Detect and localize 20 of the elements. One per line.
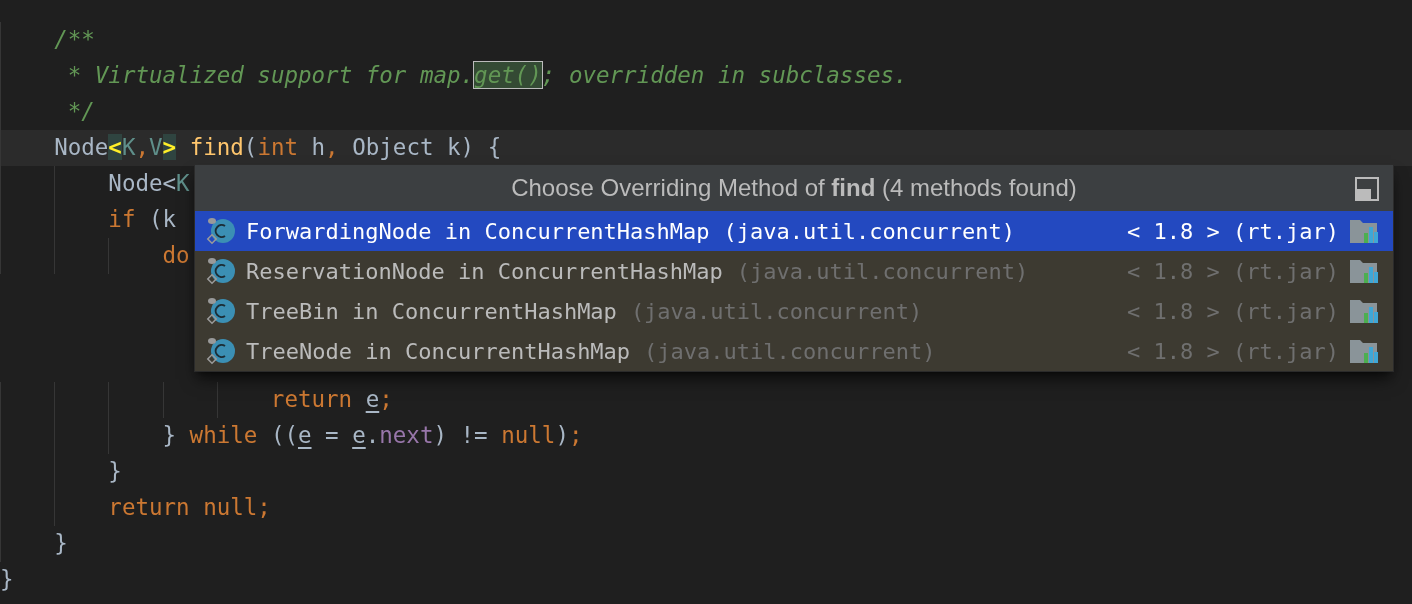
popup-title: Choose Overriding Method of find (4 methods found) [511, 173, 1077, 203]
method-option[interactable]: ReservationNode in ConcurrentHashMap (java.util.concurrent) < 1.8 > (rt.jar) [195, 251, 1393, 291]
class-icon [206, 216, 236, 246]
library-version: < 1.8 > (rt.jar) [1127, 297, 1339, 326]
class-name: TreeNode in ConcurrentHashMap [246, 337, 631, 366]
method-option[interactable]: TreeNode in ConcurrentHashMap (java.util.concurrent) < 1.8 > (rt.jar) [195, 331, 1393, 371]
class-icon [206, 296, 236, 326]
class-icon [206, 256, 236, 286]
package-name: (java.util.concurrent) [644, 337, 936, 366]
library-icon [1349, 218, 1379, 244]
pin-button[interactable] [1355, 177, 1379, 201]
class-name: TreeBin in ConcurrentHashMap [246, 297, 617, 326]
class-icon [206, 336, 236, 366]
library-icon [1349, 338, 1379, 364]
library-version: < 1.8 > (rt.jar) [1127, 337, 1339, 366]
method-option[interactable]: ForwardingNode in ConcurrentHashMap (java.util.concurrent) < 1.8 > (rt.jar) [195, 211, 1393, 251]
library-icon [1349, 298, 1379, 324]
package-name: (java.util.concurrent) [630, 297, 923, 326]
library-icon [1349, 258, 1379, 284]
method-option[interactable]: TreeBin in ConcurrentHashMap (java.util.concurrent) < 1.8 > (rt.jar) [195, 291, 1393, 331]
